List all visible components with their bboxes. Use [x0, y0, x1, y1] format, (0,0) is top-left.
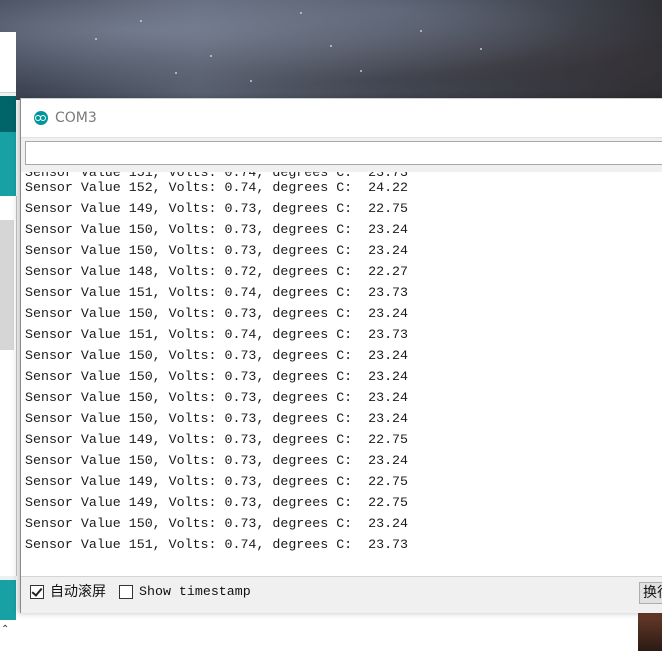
line-ending-button[interactable]: 换行: [639, 582, 662, 604]
output-line: Sensor Value 150, Volts: 0.73, degrees C…: [25, 516, 409, 531]
output-line: Sensor Value 149, Volts: 0.73, degrees C…: [25, 474, 409, 489]
desktop-wallpaper-corner: [638, 612, 662, 651]
ide-scrollbar-thumb[interactable]: [0, 220, 14, 350]
show-timestamp-label: Show timestamp: [139, 584, 251, 599]
ide-toolbar-area: [0, 32, 16, 93]
serial-output[interactable]: Sensor Value 151, Volts: 0.74, degrees C…: [21, 172, 662, 577]
ide-window-background: ⌄ ⌃: [0, 32, 17, 651]
output-line: Sensor Value 149, Volts: 0.73, degrees C…: [25, 432, 409, 447]
serial-monitor-window: COM3 Sensor Value 151, Volts: 0.74, degr…: [20, 98, 662, 613]
ide-status-bar: [0, 580, 16, 620]
output-line: Sensor Value 149, Volts: 0.73, degrees C…: [25, 495, 409, 510]
output-line: Sensor Value 150, Volts: 0.73, degrees C…: [25, 453, 409, 468]
send-input[interactable]: [25, 141, 662, 165]
output-line: Sensor Value 150, Volts: 0.73, degrees C…: [25, 243, 409, 258]
output-line: Sensor Value 150, Volts: 0.73, degrees C…: [25, 411, 409, 426]
desktop-wallpaper: [0, 0, 662, 100]
autoscroll-checkbox[interactable]: [30, 585, 44, 599]
output-line: Sensor Value 150, Volts: 0.73, degrees C…: [25, 222, 409, 237]
autoscroll-label: 自动滚屏: [50, 584, 106, 600]
ide-tab-bar: [0, 132, 16, 196]
title-bar[interactable]: COM3: [21, 99, 662, 137]
output-line: Sensor Value 151, Volts: 0.74, degrees C…: [25, 285, 409, 300]
output-line: Sensor Value 149, Volts: 0.73, degrees C…: [25, 201, 409, 216]
output-line: Sensor Value 151, Volts: 0.74, degrees C…: [25, 327, 409, 342]
output-line: Sensor Value 150, Volts: 0.73, degrees C…: [25, 306, 409, 321]
ide-header-bar: [0, 96, 16, 132]
footer-bar: 自动滚屏 Show timestamp 换行: [21, 577, 662, 613]
show-timestamp-checkbox[interactable]: [119, 585, 133, 599]
output-line: Sensor Value 150, Volts: 0.73, degrees C…: [25, 348, 409, 363]
window-title: COM3: [55, 110, 97, 126]
output-line: Sensor Value 150, Volts: 0.73, degrees C…: [25, 369, 409, 384]
output-line: Sensor Value 152, Volts: 0.74, degrees C…: [25, 180, 409, 195]
output-line: Sensor Value 150, Volts: 0.73, degrees C…: [25, 390, 409, 405]
output-line: Sensor Value 151, Volts: 0.74, degrees C…: [25, 537, 409, 552]
arduino-icon: [34, 111, 48, 125]
send-row: [21, 137, 662, 172]
chevron-up-icon[interactable]: ⌃: [1, 624, 9, 635]
output-line: Sensor Value 148, Volts: 0.72, degrees C…: [25, 264, 409, 279]
